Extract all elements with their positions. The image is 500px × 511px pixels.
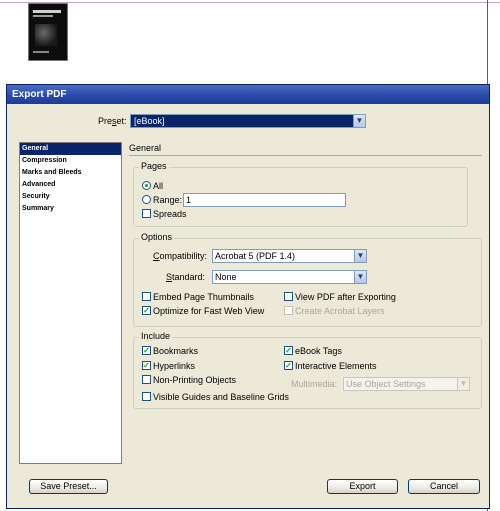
pages-all-radio[interactable]: [142, 181, 151, 190]
hyperlinks-checkbox[interactable]: ✓: [142, 361, 151, 370]
panel-title: General: [129, 143, 162, 153]
preset-label: Preset:: [98, 116, 127, 126]
export-pdf-dialog: Export PDF Preset: [eBook] ▼ General Com…: [6, 84, 490, 509]
chevron-down-icon[interactable]: ▼: [354, 250, 366, 262]
pages-all-label: All: [153, 181, 164, 191]
chevron-down-icon[interactable]: ▼: [354, 271, 366, 283]
standard-value: None: [215, 272, 237, 282]
non-printing-checkbox[interactable]: [142, 375, 151, 384]
ebook-tags-checkbox[interactable]: ✓: [284, 346, 293, 355]
category-list: General Compression Marks and Bleeds Adv…: [19, 142, 122, 464]
bookmarks-label: Bookmarks: [153, 346, 199, 356]
pages-range-label: Range:: [153, 195, 183, 205]
nav-item-compression[interactable]: Compression: [20, 155, 121, 167]
view-pdf-label: View PDF after Exporting: [295, 292, 396, 302]
optimize-web-label: Optimize for Fast Web View: [153, 306, 265, 316]
multimedia-label: Multimedia:: [291, 379, 338, 389]
chevron-down-icon[interactable]: ▼: [353, 115, 365, 127]
create-layers-label: Create Acrobat Layers: [295, 306, 385, 316]
include-legend: Include: [139, 331, 173, 342]
spreads-checkbox[interactable]: [142, 209, 151, 218]
nav-item-summary[interactable]: Summary: [20, 203, 121, 215]
nav-item-general[interactable]: General: [20, 143, 121, 155]
check-icon: ✓: [143, 361, 150, 370]
standard-select[interactable]: None ▼: [212, 270, 367, 284]
document-margin-guide-top: [0, 2, 500, 3]
create-layers-checkbox[interactable]: [284, 306, 293, 315]
nav-item-security[interactable]: Security: [20, 191, 121, 203]
cancel-button[interactable]: Cancel: [408, 479, 480, 494]
compatibility-value: Acrobat 5 (PDF 1.4): [215, 251, 296, 261]
check-icon: ✓: [143, 346, 150, 355]
panel-divider: [129, 155, 482, 156]
ebook-tags-label: eBook Tags: [295, 346, 342, 356]
bookmarks-checkbox[interactable]: ✓: [142, 346, 151, 355]
chevron-down-icon[interactable]: ▼: [457, 378, 469, 390]
check-icon: ✓: [285, 346, 292, 355]
export-button[interactable]: Export: [327, 479, 398, 494]
embed-thumbnails-label: Embed Page Thumbnails: [153, 292, 254, 302]
spreads-label: Spreads: [153, 209, 187, 219]
hyperlinks-label: Hyperlinks: [153, 361, 196, 371]
compatibility-label: Compatibility:: [153, 251, 208, 261]
multimedia-select[interactable]: Use Object Settings ▼: [343, 377, 470, 391]
document-page-thumbnail: [28, 3, 68, 61]
optimize-web-checkbox[interactable]: ✓: [142, 306, 151, 315]
save-preset-button[interactable]: Save Preset...: [29, 479, 108, 494]
view-pdf-checkbox[interactable]: [284, 292, 293, 301]
interactive-elements-label: Interactive Elements: [295, 361, 377, 371]
visible-guides-label: Visible Guides and Baseline Grids: [153, 392, 289, 402]
embed-thumbnails-checkbox[interactable]: [142, 292, 151, 301]
dialog-title: Export PDF: [7, 85, 489, 104]
nav-item-marks-and-bleeds[interactable]: Marks and Bleeds: [20, 167, 121, 179]
multimedia-value: Use Object Settings: [346, 379, 426, 389]
compatibility-select[interactable]: Acrobat 5 (PDF 1.4) ▼: [212, 249, 367, 263]
non-printing-label: Non-Printing Objects: [153, 375, 237, 385]
check-icon: ✓: [143, 306, 150, 315]
nav-item-advanced[interactable]: Advanced: [20, 179, 121, 191]
check-icon: ✓: [285, 361, 292, 370]
options-legend: Options: [139, 232, 175, 243]
interactive-elements-checkbox[interactable]: ✓: [284, 361, 293, 370]
standard-label: Standard:: [166, 272, 206, 282]
pages-legend: Pages: [139, 161, 169, 172]
pages-range-radio[interactable]: [142, 195, 151, 204]
visible-guides-checkbox[interactable]: [142, 392, 151, 401]
preset-value: [eBook]: [134, 116, 165, 126]
preset-select[interactable]: [eBook] ▼: [130, 114, 366, 128]
pages-range-input[interactable]: 1: [183, 193, 346, 207]
